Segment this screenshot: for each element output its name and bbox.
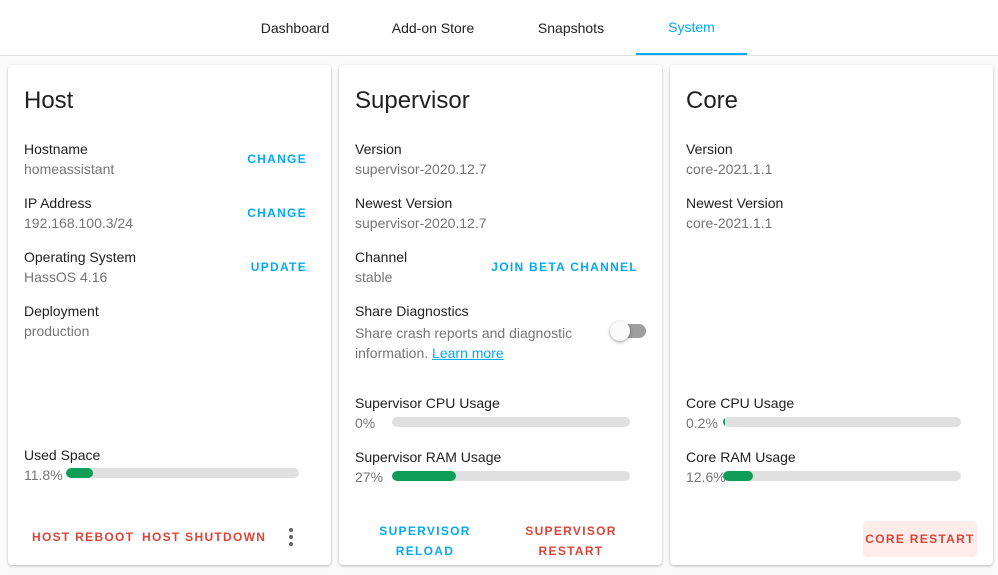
supervisor-version-label: Version	[355, 141, 402, 157]
core-version-value: core-2021.1.1	[686, 161, 773, 177]
share-diagnostics-toggle[interactable]	[610, 321, 646, 341]
supervisor-card: Supervisor Version supervisor-2020.12.7 …	[339, 65, 662, 565]
join-beta-channel-button[interactable]: JOIN BETA CHANNEL	[491, 260, 638, 274]
core-cpu-percent: 0.2%	[686, 415, 718, 431]
channel-value: stable	[355, 269, 393, 285]
tab-dashboard[interactable]: Dashboard	[245, 0, 345, 55]
ip-address-value: 192.168.100.3/24	[24, 215, 133, 231]
supervisor-cpu-label: Supervisor CPU Usage	[355, 395, 500, 411]
top-tab-bar: Dashboard Add-on Store Snapshots System	[0, 0, 998, 56]
ip-address-label: IP Address	[24, 195, 92, 211]
core-cpu-label: Core CPU Usage	[686, 395, 795, 411]
supervisor-version-value: supervisor-2020.12.7	[355, 161, 487, 177]
core-card: Core Version core-2021.1.1 Newest Versio…	[670, 65, 993, 565]
used-space-bar	[66, 468, 299, 478]
host-reboot-button[interactable]: HOST REBOOT	[32, 530, 134, 544]
core-ram-bar	[723, 471, 961, 481]
deployment-label: Deployment	[24, 303, 99, 319]
core-card-title: Core	[686, 87, 739, 114]
core-restart-button[interactable]: CORE RESTART	[863, 521, 977, 557]
supervisor-reload-line-1: SUPERVISOR	[379, 524, 471, 538]
change-hostname-button[interactable]: CHANGE	[247, 152, 307, 166]
used-space-label: Used Space	[24, 447, 101, 463]
core-ram-bar-fill	[723, 471, 753, 481]
os-value: HassOS 4.16	[24, 269, 108, 285]
toggle-knob	[610, 321, 630, 341]
core-cpu-bar	[723, 417, 961, 427]
share-diagnostics-description: Share crash reports and diagnostic infor…	[355, 323, 595, 363]
channel-label: Channel	[355, 249, 408, 265]
supervisor-restart-line-2: RESTART	[538, 544, 604, 558]
supervisor-newest-label: Newest Version	[355, 195, 453, 211]
supervisor-restart-button[interactable]: SUPERVISOR RESTART	[511, 521, 631, 561]
learn-more-link[interactable]: Learn more	[432, 345, 504, 361]
hostname-value: homeassistant	[24, 161, 115, 177]
host-shutdown-button[interactable]: HOST SHUTDOWN	[142, 530, 266, 544]
share-diagnostics-label: Share Diagnostics	[355, 303, 469, 319]
supervisor-card-title: Supervisor	[355, 87, 470, 114]
core-newest-value: core-2021.1.1	[686, 215, 773, 231]
more-options-icon[interactable]	[279, 525, 303, 549]
tab-system[interactable]: System	[636, 0, 747, 55]
tab-snapshots[interactable]: Snapshots	[521, 0, 621, 55]
core-version-label: Version	[686, 141, 733, 157]
tab-add-on-store[interactable]: Add-on Store	[383, 0, 483, 55]
supervisor-cpu-bar	[392, 417, 630, 427]
host-card-title: Host	[24, 87, 74, 114]
supervisor-ram-percent: 27%	[355, 469, 384, 485]
core-ram-label: Core RAM Usage	[686, 449, 796, 465]
core-newest-label: Newest Version	[686, 195, 784, 211]
core-cpu-bar-fill	[723, 417, 726, 427]
update-os-button[interactable]: UPDATE	[251, 260, 307, 274]
os-label: Operating System	[24, 249, 137, 265]
used-space-percent: 11.8%	[24, 467, 63, 483]
core-ram-percent: 12.6%	[686, 469, 726, 485]
used-space-bar-fill	[66, 468, 94, 478]
change-ip-button[interactable]: CHANGE	[247, 206, 307, 220]
host-card: Host Hostname homeassistant CHANGE IP Ad…	[8, 65, 331, 565]
hostname-label: Hostname	[24, 141, 88, 157]
supervisor-newest-value: supervisor-2020.12.7	[355, 215, 487, 231]
supervisor-reload-line-2: RELOAD	[395, 544, 455, 558]
supervisor-restart-line-1: SUPERVISOR	[525, 524, 617, 538]
supervisor-cpu-percent: 0%	[355, 415, 376, 431]
supervisor-ram-bar	[392, 471, 630, 481]
deployment-value: production	[24, 323, 90, 339]
supervisor-reload-button[interactable]: SUPERVISOR RELOAD	[365, 521, 485, 561]
supervisor-ram-bar-fill	[392, 471, 457, 481]
supervisor-ram-label: Supervisor RAM Usage	[355, 449, 502, 465]
